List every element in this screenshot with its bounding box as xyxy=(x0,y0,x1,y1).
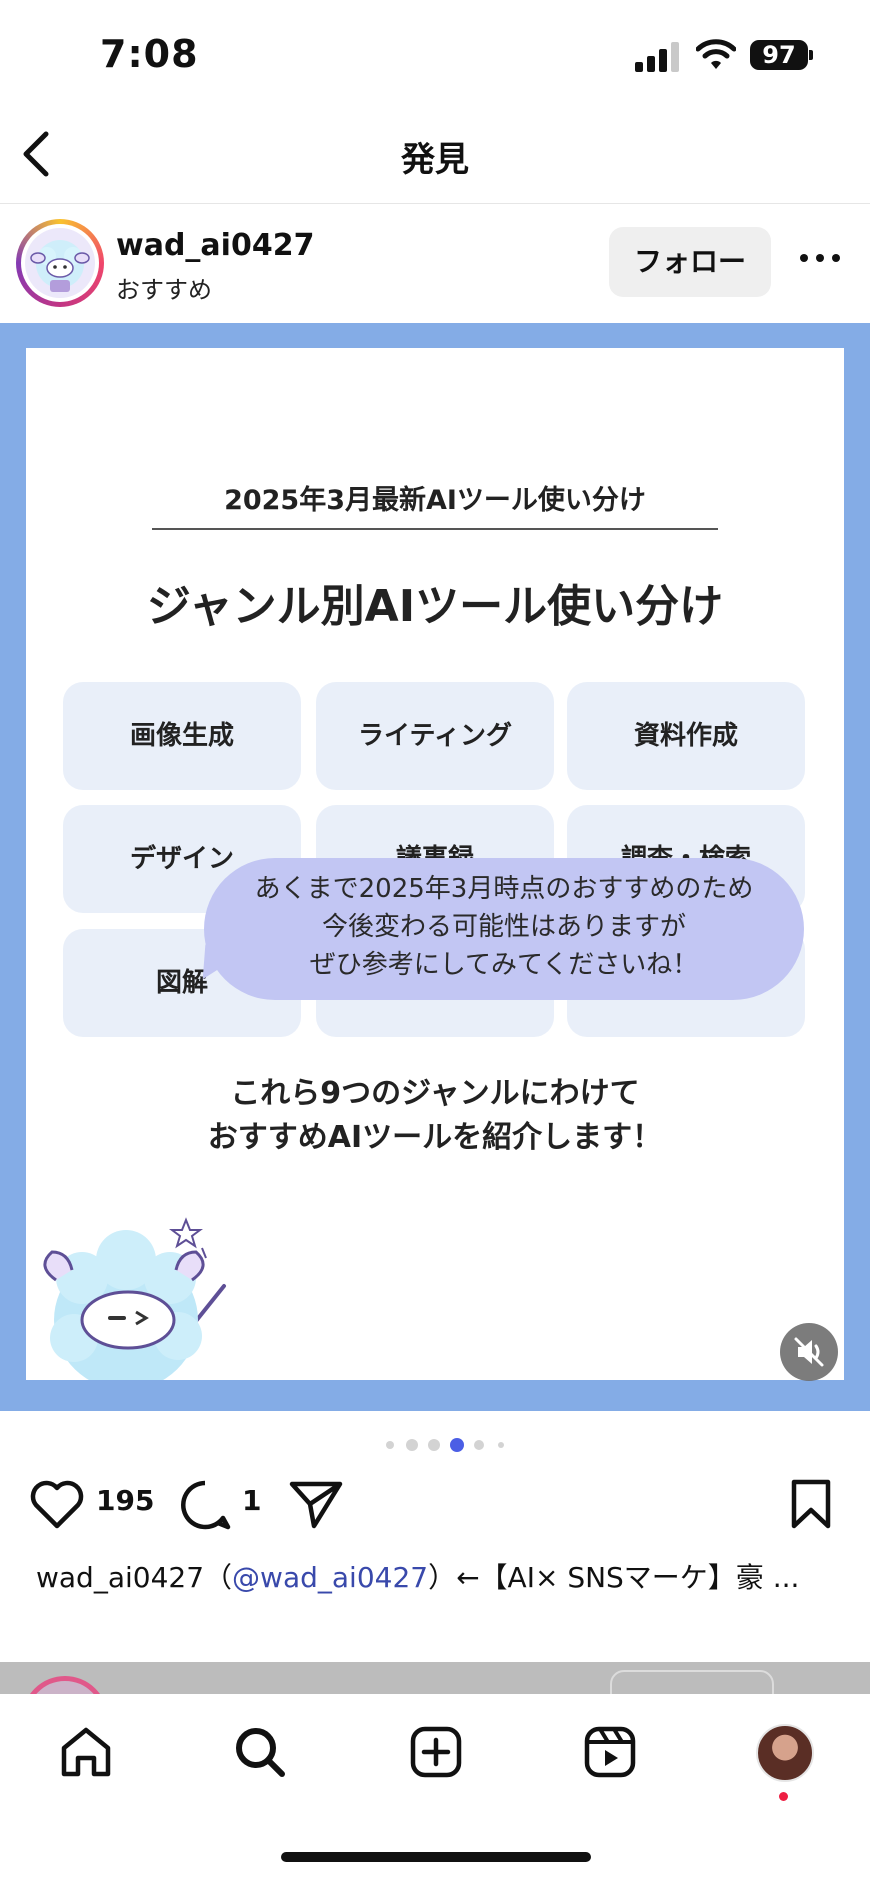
share-icon[interactable] xyxy=(288,1478,344,1530)
speech-bubble: あくまで2025年3月時点のおすすめのため 今後変わる可能性はありますが ぜひ参… xyxy=(204,858,804,1000)
sheep-mascot-icon xyxy=(30,240,90,292)
page-title: 発見 xyxy=(401,140,469,180)
carousel-dot xyxy=(474,1440,484,1450)
wifi-icon xyxy=(696,39,736,69)
slide-description-line: おすすめAIツールを紹介します！ xyxy=(207,1120,663,1155)
caption-text: ）←【AI× SNSマーケ】豪 ... xyxy=(428,1561,800,1594)
next-post-preview xyxy=(0,1662,870,1694)
slide-divider xyxy=(152,528,718,530)
mute-icon xyxy=(794,1337,824,1367)
notification-dot xyxy=(779,1792,788,1801)
slide-description-line: これら9つのジャンルにわけて xyxy=(230,1076,640,1111)
next-post-follow-button xyxy=(610,1670,774,1694)
carousel-dot xyxy=(386,1441,394,1449)
post-username[interactable]: wad_ai0427 xyxy=(116,228,314,263)
sheep-mascot-illustration xyxy=(43,1217,226,1380)
header-divider xyxy=(0,203,870,204)
slide-title: ジャンル別AIツール使い分け xyxy=(146,581,724,632)
battery-indicator: 97 xyxy=(750,40,808,70)
speech-bubble-line: 今後変わる可能性はありますが xyxy=(321,912,686,942)
cellular-signal-icon xyxy=(635,40,681,72)
avatar[interactable] xyxy=(25,228,95,298)
post-subtitle: おすすめ xyxy=(116,276,212,304)
like-count[interactable]: 195 xyxy=(96,1484,154,1517)
post-caption[interactable]: wad_ai0427（@wad_ai0427）←【AI× SNSマーケ】豪 ..… xyxy=(36,1556,836,1596)
speech-bubble-line: ぜひ参考にしてみてくださいね！ xyxy=(309,950,699,980)
profile-tab-avatar[interactable] xyxy=(756,1724,814,1782)
battery-tip xyxy=(809,50,813,60)
next-post-avatar xyxy=(22,1676,108,1694)
carousel-dot xyxy=(428,1439,440,1451)
comment-icon[interactable] xyxy=(178,1478,232,1532)
slide-subtitle: 2025年3月最新AIツール使い分け xyxy=(224,485,646,516)
bookmark-icon[interactable] xyxy=(788,1478,834,1530)
carousel-dot-active xyxy=(450,1438,464,1452)
caption-username[interactable]: wad_ai0427 xyxy=(36,1561,204,1594)
speech-bubble-line: あくまで2025年3月時点のおすすめのため xyxy=(254,874,754,904)
comment-count[interactable]: 1 xyxy=(242,1484,261,1517)
slide-description: これら9つのジャンルにわけて おすすめAIツールを紹介します！ xyxy=(26,1072,844,1160)
home-icon[interactable] xyxy=(58,1724,114,1780)
caption-mention[interactable]: @wad_ai0427 xyxy=(232,1561,428,1594)
more-icon[interactable] xyxy=(800,252,842,266)
genre-tile: ライティング xyxy=(316,682,554,790)
follow-button[interactable]: フォロー xyxy=(609,227,771,297)
create-icon[interactable] xyxy=(408,1724,464,1780)
mute-button[interactable] xyxy=(780,1323,838,1381)
home-indicator xyxy=(281,1852,591,1862)
reels-icon[interactable] xyxy=(582,1724,638,1780)
heart-icon[interactable] xyxy=(28,1478,86,1530)
carousel-dot xyxy=(406,1439,418,1451)
status-time: 7:08 xyxy=(100,32,199,76)
carousel-dot xyxy=(498,1442,504,1448)
genre-tile: 資料作成 xyxy=(567,682,805,790)
search-icon[interactable] xyxy=(232,1724,288,1780)
caption-bracket: （ xyxy=(204,1561,233,1594)
genre-tile: 画像生成 xyxy=(63,682,301,790)
